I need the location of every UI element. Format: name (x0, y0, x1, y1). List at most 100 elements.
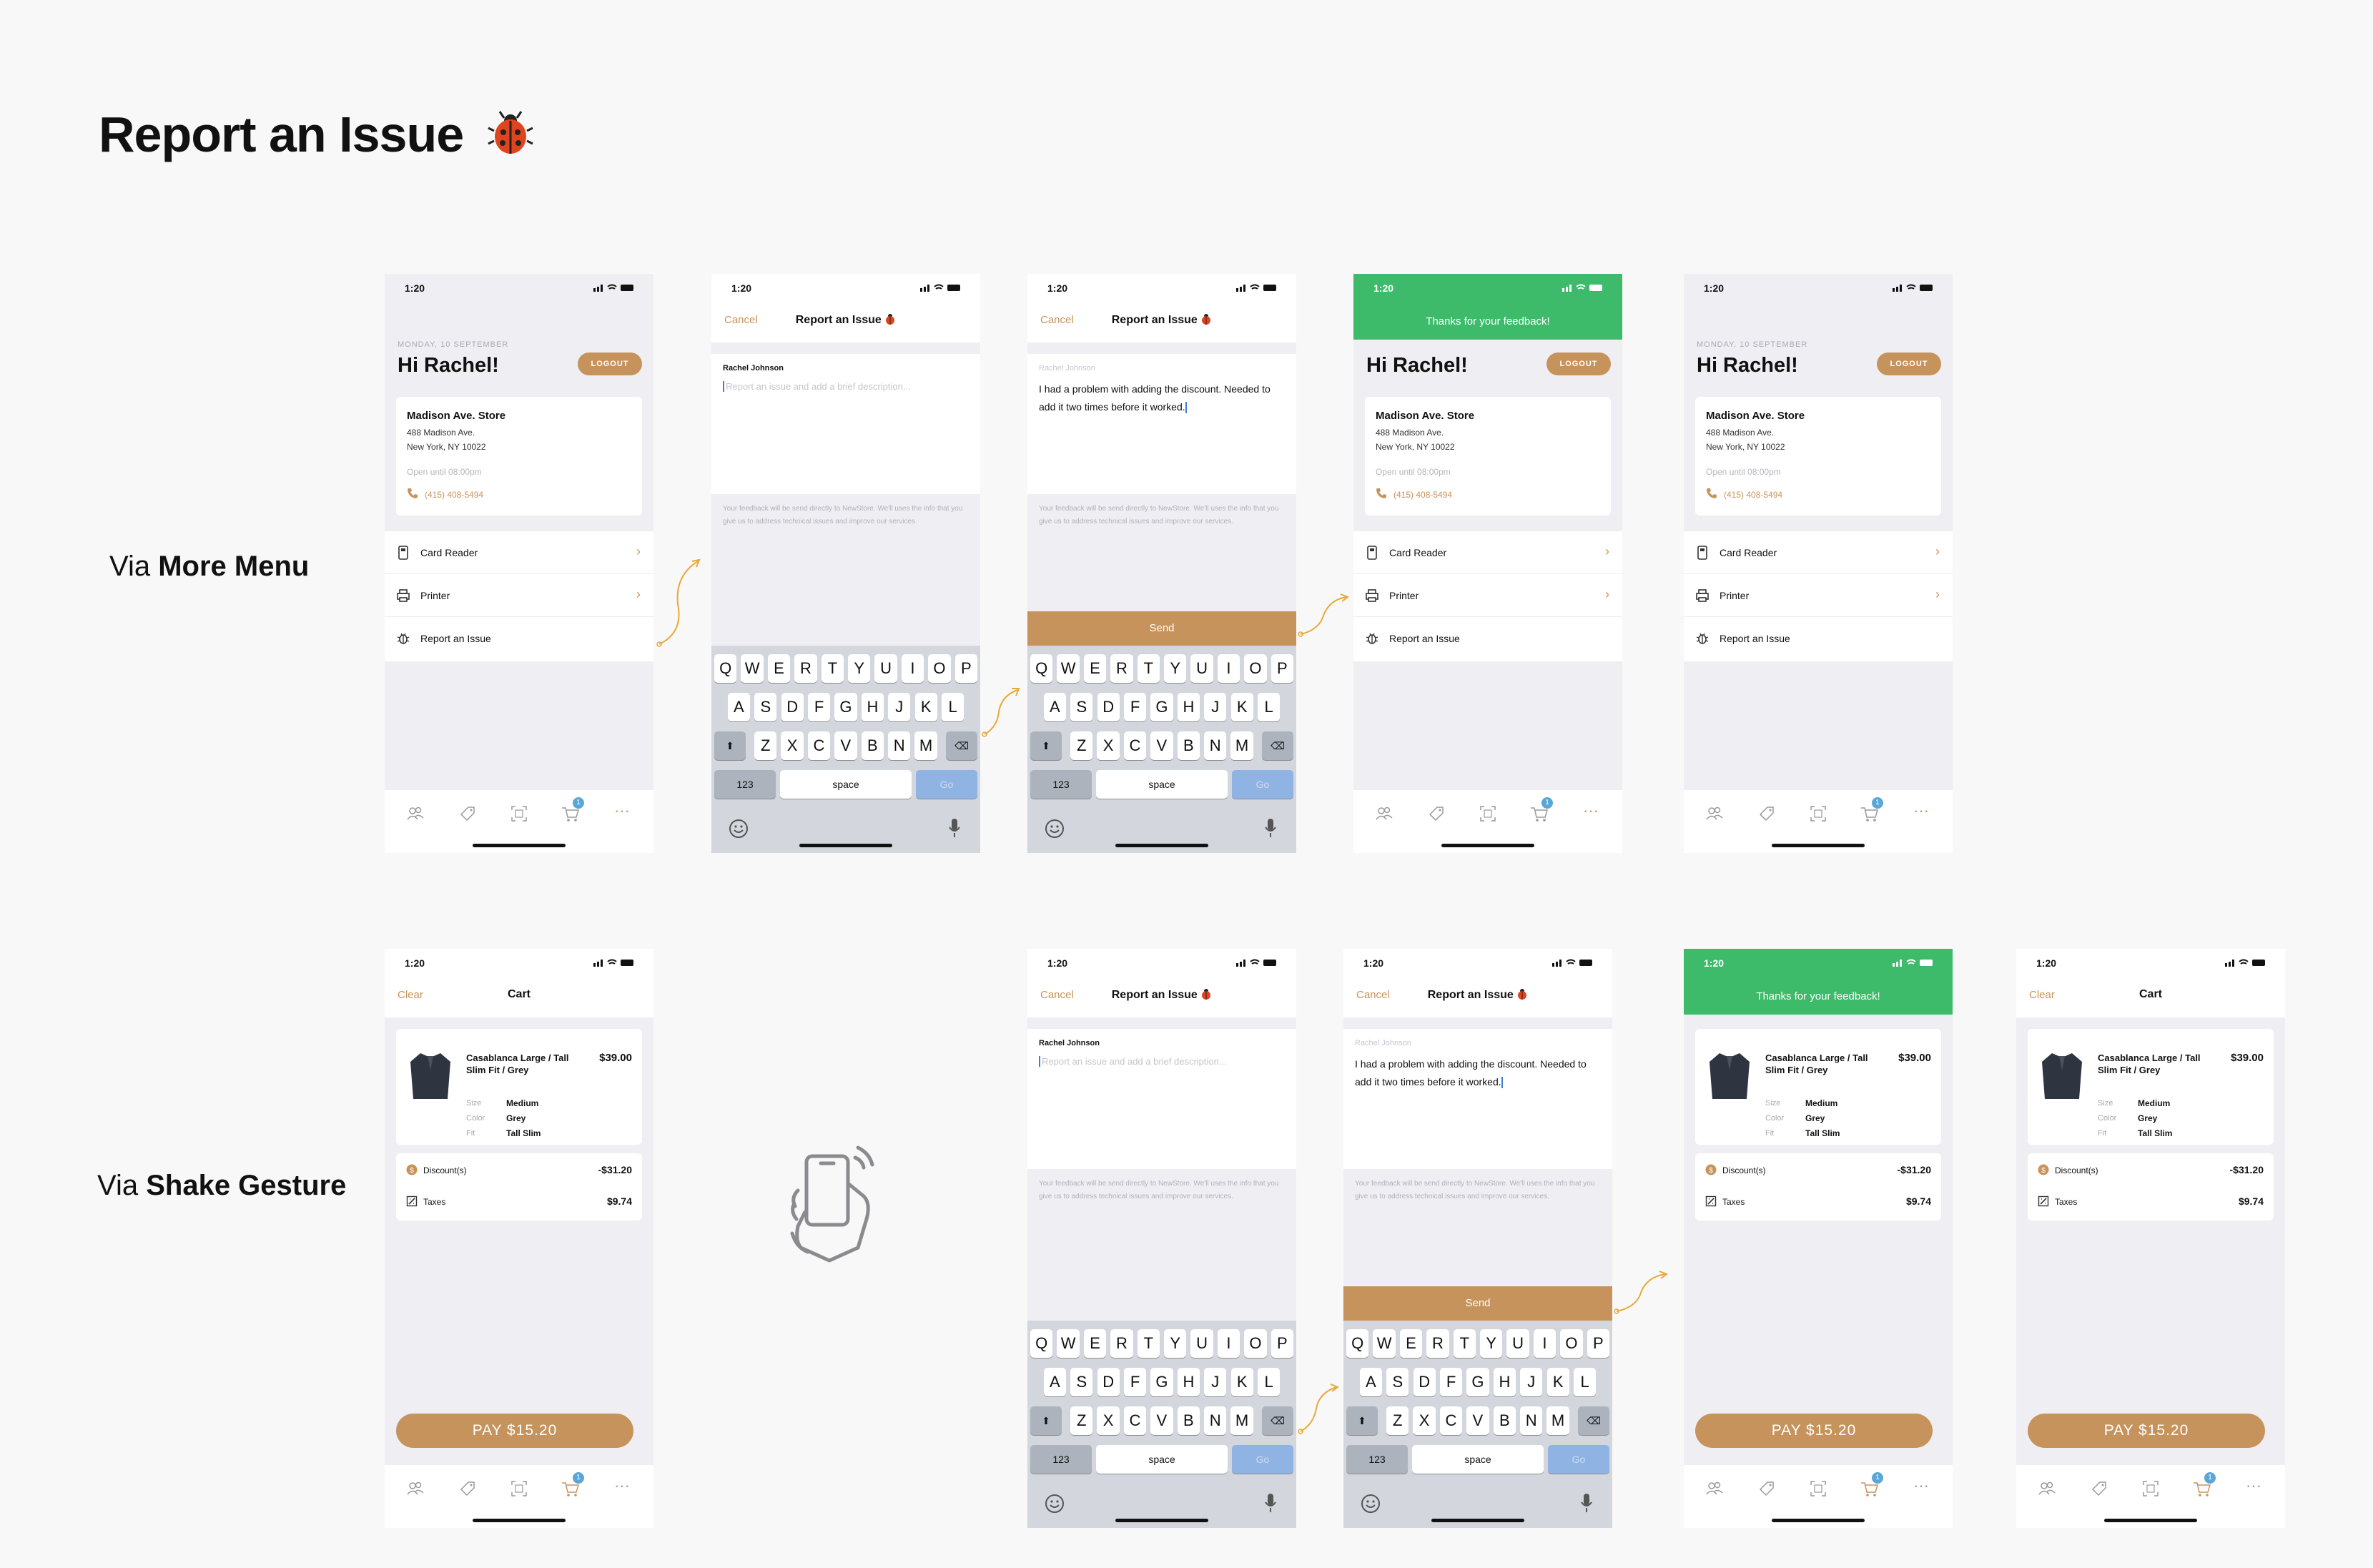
key-n[interactable]: N (888, 731, 911, 760)
tab-products[interactable] (457, 1478, 478, 1499)
menu-item-card-reader[interactable]: Card Reader › (385, 531, 653, 574)
tab-scan[interactable] (508, 1478, 530, 1499)
key-x[interactable]: X (1097, 731, 1120, 760)
feedback-input[interactable]: Report an issue and add a brief descript… (1039, 1056, 1227, 1067)
key-x[interactable]: X (781, 731, 804, 760)
key-w[interactable]: W (1057, 654, 1080, 683)
shift-key[interactable]: ⬆ (1030, 731, 1062, 760)
key-b[interactable]: B (1177, 1406, 1200, 1435)
key-t[interactable]: T (1137, 654, 1160, 683)
feedback-input[interactable]: Report an issue and add a brief descript… (723, 381, 911, 392)
tab-products[interactable] (2088, 1478, 2110, 1499)
key-i[interactable]: I (1533, 1329, 1556, 1358)
menu-item-report-issue[interactable]: Report an Issue (1684, 617, 1953, 660)
key-m[interactable]: M (914, 731, 937, 760)
feedback-input[interactable]: I had a problem with adding the discount… (1039, 380, 1286, 416)
emoji-icon[interactable] (1045, 819, 1065, 839)
tab-scan[interactable] (508, 803, 530, 824)
key-l[interactable]: L (1573, 1368, 1597, 1396)
backspace-key[interactable]: ⌫ (1578, 1406, 1609, 1435)
key-e[interactable]: E (1083, 654, 1107, 683)
key-l[interactable]: L (1257, 693, 1281, 721)
key-g[interactable]: G (1150, 693, 1173, 721)
key-f[interactable]: F (1123, 693, 1147, 721)
key-p[interactable]: P (1271, 654, 1293, 683)
key-v[interactable]: V (1150, 1406, 1173, 1435)
key-h[interactable]: H (1493, 1368, 1516, 1396)
tab-cart[interactable]: 1 (1859, 797, 1883, 824)
key-d[interactable]: D (1097, 693, 1120, 721)
key-j[interactable]: J (888, 693, 911, 721)
feedback-composer[interactable]: Rachel Johnson I had a problem with addi… (1343, 1029, 1612, 1169)
microphone-icon[interactable] (1263, 817, 1278, 839)
key-k[interactable]: K (1230, 693, 1253, 721)
key-k[interactable]: K (1230, 1368, 1253, 1396)
store-phone-link[interactable]: (415) 408-5494 (425, 490, 483, 500)
tab-more[interactable]: ··· (611, 803, 633, 824)
microphone-icon[interactable] (1579, 1492, 1594, 1514)
key-w[interactable]: W (1373, 1329, 1396, 1358)
key-l[interactable]: L (941, 693, 965, 721)
tab-more[interactable]: ··· (1910, 1478, 1932, 1499)
key-w[interactable]: W (1057, 1329, 1080, 1358)
key-m[interactable]: M (1230, 1406, 1253, 1435)
key-u[interactable]: U (874, 654, 897, 683)
key-t[interactable]: T (1453, 1329, 1476, 1358)
key-w[interactable]: W (741, 654, 764, 683)
key-n[interactable]: N (1204, 1406, 1227, 1435)
tab-products[interactable] (457, 803, 478, 824)
key-r[interactable]: R (1110, 654, 1133, 683)
feedback-composer[interactable]: Rachel Johnson Report an issue and add a… (711, 354, 980, 494)
logout-button[interactable]: LOGOUT (1877, 352, 1941, 375)
key-h[interactable]: H (1177, 1368, 1200, 1396)
logout-button[interactable]: LOGOUT (578, 352, 642, 375)
tab-products[interactable] (1756, 1478, 1777, 1499)
logout-button[interactable]: LOGOUT (1546, 352, 1611, 375)
cart-item[interactable]: Casablanca Large / Tall Slim Fit / Grey … (1695, 1029, 1941, 1145)
go-key[interactable]: Go (1548, 1445, 1609, 1474)
pay-button[interactable]: PAY $15.20 (1695, 1414, 1933, 1448)
tab-cart[interactable]: 1 (2191, 1472, 2216, 1499)
key-b[interactable]: B (1493, 1406, 1516, 1435)
key-s[interactable]: S (1070, 693, 1093, 721)
key-r[interactable]: R (1110, 1329, 1133, 1358)
menu-item-report-issue[interactable]: Report an Issue (385, 617, 653, 660)
tab-scan[interactable] (1807, 1478, 1829, 1499)
key-m[interactable]: M (1230, 731, 1253, 760)
key-y[interactable]: Y (1164, 1329, 1187, 1358)
key-o[interactable]: O (1560, 1329, 1583, 1358)
tab-customers[interactable] (405, 1478, 426, 1499)
key-x[interactable]: X (1413, 1406, 1436, 1435)
cart-item[interactable]: Casablanca Large / Tall Slim Fit / Grey … (2028, 1029, 2274, 1145)
key-i[interactable]: I (901, 654, 924, 683)
key-p[interactable]: P (954, 654, 977, 683)
key-g[interactable]: G (1466, 1368, 1489, 1396)
key-e[interactable]: E (1399, 1329, 1423, 1358)
key-p[interactable]: P (1587, 1329, 1609, 1358)
key-a[interactable]: A (1043, 1368, 1067, 1396)
send-button[interactable]: Send (1343, 1286, 1612, 1321)
tab-customers[interactable] (1704, 803, 1725, 824)
tab-customers[interactable] (405, 803, 426, 824)
key-q[interactable]: Q (1030, 654, 1053, 683)
tab-cart[interactable]: 1 (560, 1472, 584, 1499)
key-j[interactable]: J (1204, 1368, 1227, 1396)
tab-more[interactable]: ··· (1910, 803, 1932, 824)
discount-row[interactable]: $ Discount(s) -$31.20 (2038, 1156, 2264, 1185)
feedback-composer[interactable]: Rachel Johnson I had a problem with addi… (1027, 354, 1296, 494)
key-o[interactable]: O (1244, 654, 1267, 683)
backspace-key[interactable]: ⌫ (1262, 731, 1293, 760)
key-c[interactable]: C (807, 731, 831, 760)
feedback-input[interactable]: I had a problem with adding the discount… (1355, 1055, 1602, 1091)
key-e[interactable]: E (767, 654, 791, 683)
key-d[interactable]: D (1097, 1368, 1120, 1396)
go-key[interactable]: Go (1232, 770, 1293, 799)
key-z[interactable]: Z (1386, 1406, 1409, 1435)
space-key[interactable]: space (1412, 1445, 1544, 1474)
key-q[interactable]: Q (1030, 1329, 1053, 1358)
menu-item-card-reader[interactable]: Card Reader › (1353, 531, 1622, 574)
tab-scan[interactable] (1477, 803, 1499, 824)
key-l[interactable]: L (1257, 1368, 1281, 1396)
key-n[interactable]: N (1520, 1406, 1543, 1435)
key-n[interactable]: N (1204, 731, 1227, 760)
